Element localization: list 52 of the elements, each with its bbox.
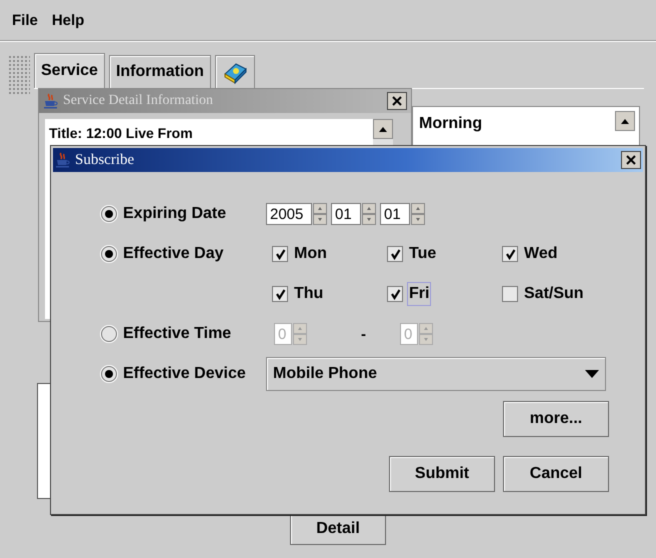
spinner-arrows-icon[interactable] (313, 203, 327, 225)
radio-button[interactable] (101, 246, 117, 262)
coffee-cup-icon (43, 93, 59, 109)
tab[interactable]: Information (108, 55, 211, 88)
radio-button[interactable] (101, 366, 117, 382)
scroll-up-button[interactable] (373, 119, 393, 139)
menu-item[interactable]: Help (52, 12, 84, 40)
spinner-arrows-icon[interactable] (411, 203, 425, 225)
day-label: Sat/Sun (523, 284, 585, 304)
checkbox[interactable] (387, 286, 403, 302)
close-button[interactable] (621, 151, 641, 169)
scroll-up-button[interactable] (615, 111, 635, 131)
spinner-field[interactable]: 2005 (266, 203, 312, 225)
day-label: Wed (523, 244, 558, 264)
dialog-button[interactable]: Cancel (503, 456, 609, 492)
up-arrow-icon (621, 118, 629, 124)
list-item[interactable]: Morning (419, 115, 482, 133)
detail-text: Title: 12:00 Live From (48, 124, 194, 143)
checkbox[interactable] (272, 246, 288, 262)
range-separator: - (361, 326, 366, 342)
close-icon (626, 155, 636, 165)
menu-item[interactable]: File (12, 12, 38, 40)
tab[interactable]: Service (34, 53, 105, 88)
day-label: Mon (293, 244, 328, 264)
more-button[interactable]: more... (503, 401, 609, 437)
option-label: Effective Time (123, 325, 232, 343)
spinner-arrows-icon[interactable] (362, 203, 376, 225)
spinner-field[interactable]: 01 (380, 203, 410, 225)
close-button[interactable] (387, 92, 407, 110)
checkbox[interactable] (387, 246, 403, 262)
dropdown-arrow-icon (585, 370, 599, 378)
option-label: Effective Device (123, 365, 246, 383)
coffee-cup-icon (55, 152, 71, 168)
radio-button[interactable] (101, 206, 117, 222)
help-book-tab[interactable] (214, 55, 255, 88)
dialog-title: Subscribe (75, 152, 134, 168)
option-label: Expiring Date (123, 205, 226, 223)
time-list[interactable]: Morning (412, 106, 640, 148)
checkbox[interactable] (272, 286, 288, 302)
dialog-button[interactable]: Submit (389, 456, 495, 492)
checkbox[interactable] (502, 286, 518, 302)
window-title: Service Detail Information (63, 93, 214, 109)
up-arrow-icon (379, 126, 387, 132)
day-label: Thu (293, 284, 324, 304)
close-icon (392, 96, 402, 106)
day-label: Tue (408, 244, 438, 264)
checkbox[interactable] (502, 246, 518, 262)
spinner-field[interactable]: 01 (331, 203, 361, 225)
grip-handle[interactable] (8, 55, 30, 95)
option-label: Effective Day (123, 245, 224, 263)
device-dropdown[interactable]: Mobile Phone (266, 357, 606, 391)
day-label: Fri (407, 282, 432, 306)
